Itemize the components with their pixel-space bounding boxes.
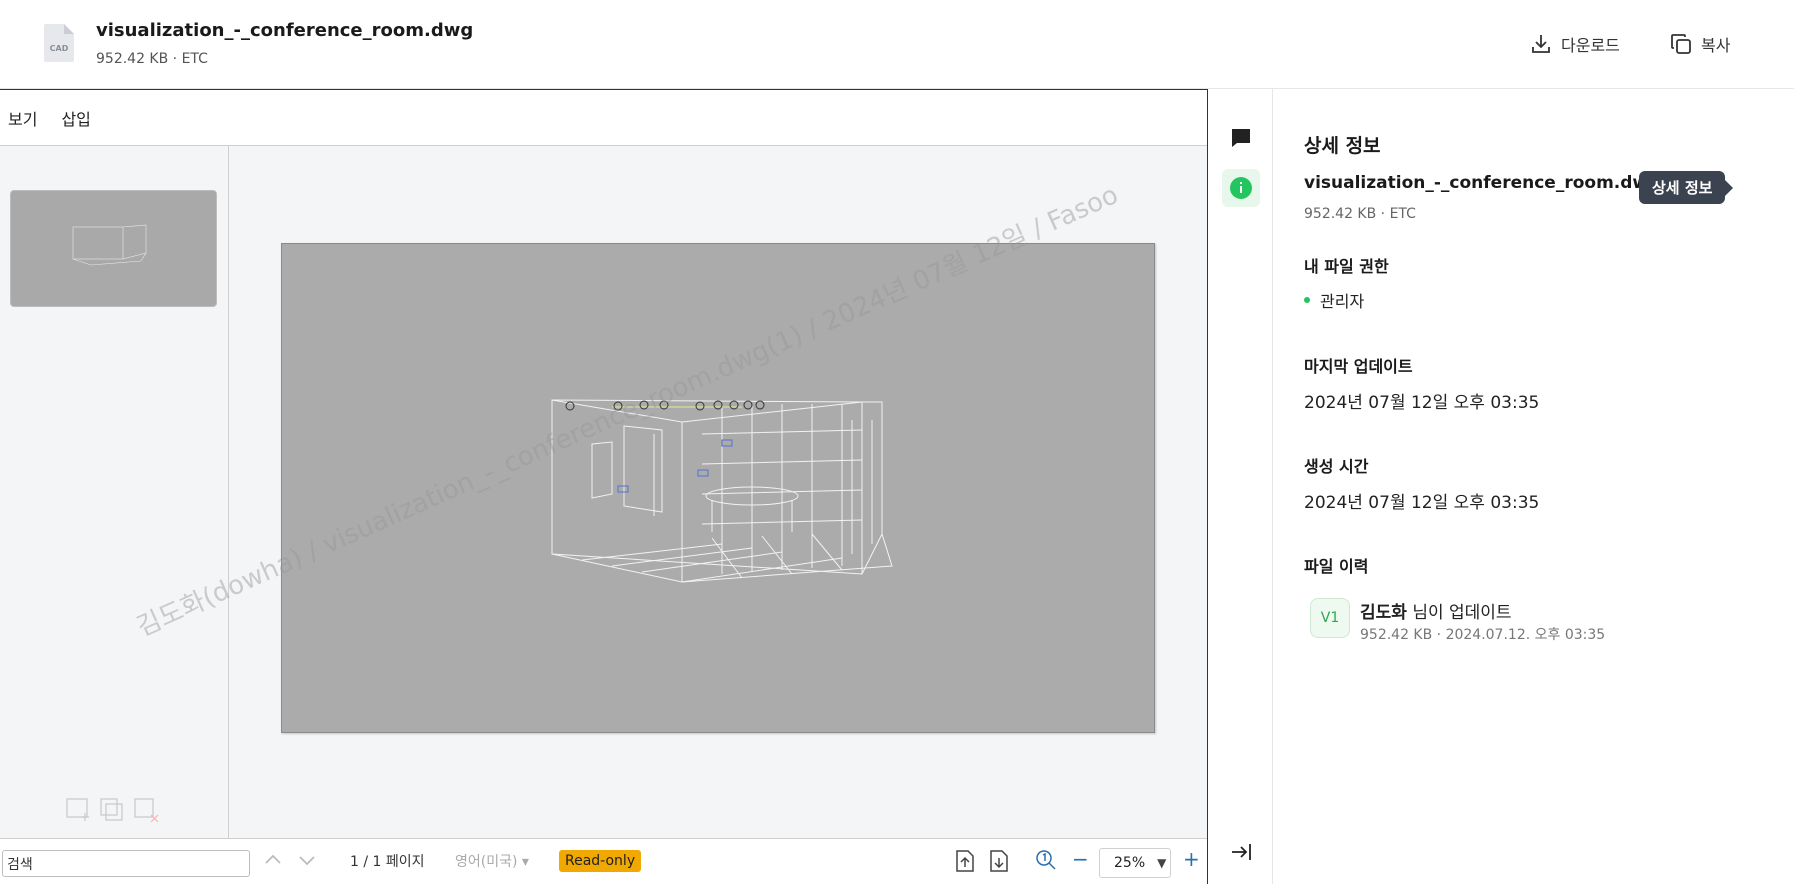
history-user: 김도화 [1360, 603, 1407, 623]
permission-value: 관리자 [1320, 292, 1365, 311]
previous-page-icon[interactable] [262, 849, 284, 875]
history-action: 님이 업데이트 [1406, 603, 1512, 623]
top-bar: CAD visualization_-_conference_room.dwg … [0, 0, 1794, 89]
language-value: 영어(미국) [455, 854, 518, 870]
next-page-icon[interactable] [296, 849, 318, 875]
download-button[interactable]: 다운로드 [1529, 30, 1620, 58]
file-icon-label: CAD [50, 44, 69, 53]
zoom-out-button[interactable]: − [1072, 847, 1089, 871]
permission-title: 내 파일 권한 [1304, 257, 1389, 276]
import-page-icon[interactable] [988, 849, 1010, 877]
last-update-title: 마지막 업데이트 [1304, 357, 1413, 376]
conference-room-wireframe [551, 399, 893, 583]
comment-icon [1232, 129, 1250, 147]
zoom-chevron-icon: ▼ [1157, 856, 1167, 870]
comments-button[interactable] [1222, 119, 1260, 157]
menu-insert[interactable]: 삽입 [53, 106, 98, 130]
download-label: 다운로드 [1561, 36, 1620, 55]
copy-button[interactable]: 복사 [1669, 30, 1730, 58]
info-tooltip: 상세 정보 [1639, 171, 1734, 204]
collapse-panel-button[interactable] [1222, 833, 1260, 871]
viewer-menu-bar: 보기 삽입 [0, 90, 1207, 146]
viewer-status-bar: 1 / 1 페이지 영어(미국) ▾ Read-only − 25% ▼ + [0, 838, 1207, 885]
history-meta: 952.42 KB · 2024.07.12. 오후 03:35 [1360, 627, 1606, 643]
permission-row: 관리자 [1304, 288, 1364, 312]
file-meta: 952.42 KB · ETC [96, 51, 208, 67]
cad-file-icon: CAD [44, 24, 74, 62]
zoom-select[interactable]: 25% ▼ [1099, 848, 1171, 878]
last-update-value: 2024년 07월 12일 오후 03:35 [1304, 393, 1540, 413]
status-dot-icon [1304, 297, 1310, 303]
cad-drawing[interactable] [281, 243, 1155, 733]
version-badge: V1 [1310, 598, 1350, 638]
page-info: 1 / 1 페이지 [350, 854, 425, 870]
history-title: 파일 이력 [1304, 557, 1369, 576]
chevron-down-icon: ▾ [521, 854, 529, 870]
readonly-badge: Read-only [559, 850, 642, 872]
copy-icon [1671, 34, 1691, 54]
side-rail [1208, 89, 1273, 884]
search-input[interactable] [2, 850, 250, 877]
created-value: 2024년 07월 12일 오후 03:35 [1304, 493, 1540, 513]
thumbnail-drawing [72, 224, 147, 266]
panel-file-meta: 952.42 KB · ETC [1304, 206, 1416, 222]
download-icon [1532, 35, 1550, 53]
zoom-in-button[interactable]: + [1183, 847, 1200, 871]
panel-title: 상세 정보 [1304, 135, 1381, 157]
thumbnail-panel [0, 146, 229, 838]
document-viewer: 보기 삽입 김도화(dowha) / visualization_-_confe… [0, 89, 1208, 885]
language-select[interactable]: 영어(미국) ▾ [455, 851, 529, 871]
created-title: 생성 시간 [1304, 457, 1369, 476]
duplicate-page-icon[interactable] [100, 796, 126, 822]
page-thumbnail[interactable] [10, 190, 217, 307]
details-panel: 상세 정보 visualization_-_conference_room.dw… [1274, 89, 1794, 884]
copy-label: 복사 [1701, 36, 1731, 55]
delete-page-icon[interactable] [134, 796, 160, 823]
menu-view[interactable]: 보기 [0, 106, 45, 130]
info-icon [1230, 177, 1252, 199]
info-button[interactable] [1222, 169, 1260, 207]
drawing-canvas-area [230, 146, 1207, 838]
history-entry: 김도화 님이 업데이트 [1360, 598, 1512, 623]
add-page-icon[interactable] [66, 796, 92, 822]
panel-file-name: visualization_-_conference_room.dwg [1304, 173, 1661, 193]
file-title: visualization_-_conference_room.dwg [96, 20, 474, 41]
thumbnail-tools [66, 796, 160, 823]
actual-size-icon[interactable] [1035, 849, 1057, 875]
zoom-value: 25% [1114, 855, 1146, 871]
export-page-icon[interactable] [954, 849, 976, 877]
collapse-arrow-icon [1232, 844, 1251, 860]
